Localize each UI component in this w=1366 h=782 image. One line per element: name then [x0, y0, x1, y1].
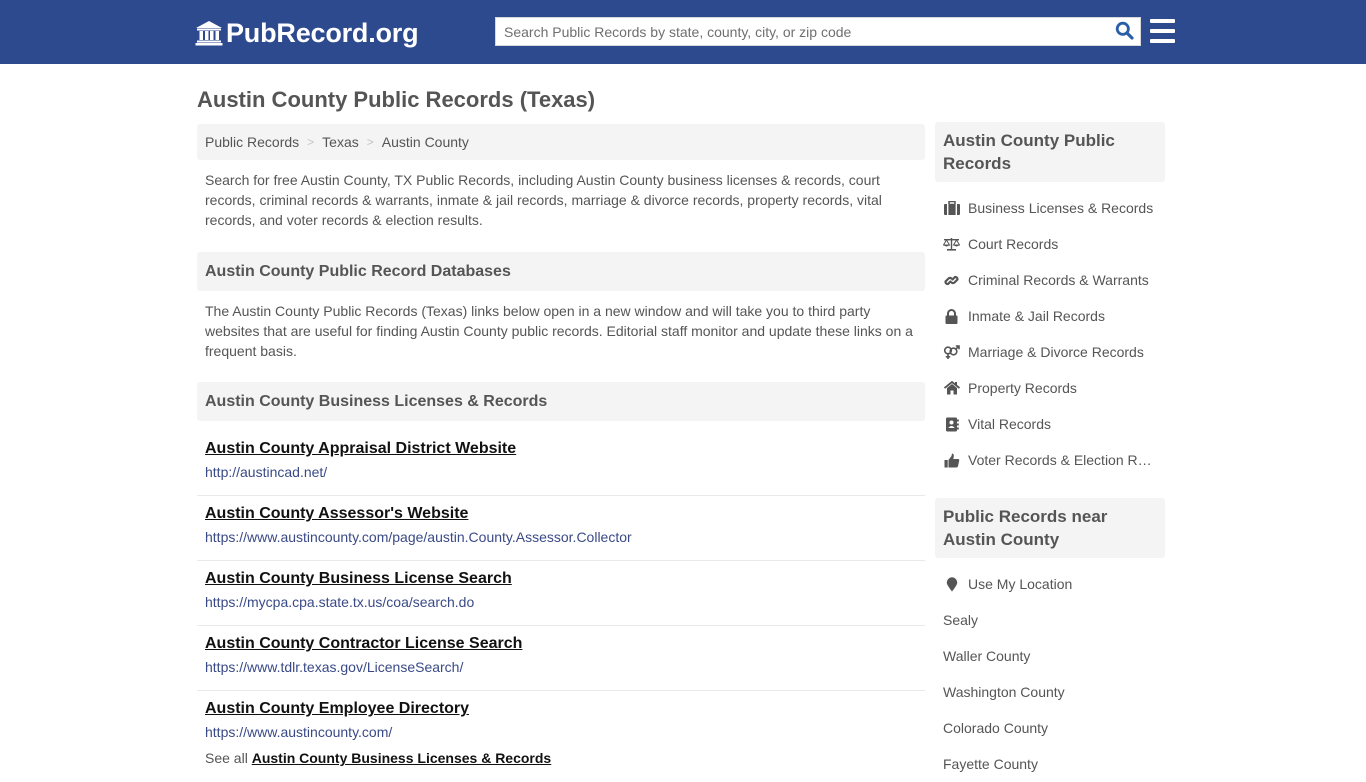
record-link-title[interactable]: Austin County Employee Directory — [205, 699, 469, 719]
databases-description: The Austin County Public Records (Texas)… — [205, 303, 913, 359]
nearby-item-sealy[interactable]: Sealy — [935, 602, 1165, 638]
record-link-title[interactable]: Austin County Contractor License Search — [205, 634, 522, 654]
brand-logo-link[interactable]: PubRecord.org — [195, 15, 419, 51]
sidebar-item-voter-records[interactable]: Voter Records & Election Results — [935, 442, 1165, 478]
breadcrumb-separator: > — [307, 135, 315, 149]
see-all-link[interactable]: Austin County Business Licenses & Record… — [252, 750, 552, 766]
home-icon — [943, 380, 960, 396]
sidebar-heading: Austin County Public Records — [935, 122, 1165, 182]
use-my-location-label: Use My Location — [968, 576, 1073, 592]
search-form — [495, 17, 1141, 46]
hamburger-menu-icon-bar — [1150, 19, 1175, 23]
breadcrumb-separator: > — [366, 135, 374, 149]
breadcrumb-texas[interactable]: Texas — [322, 134, 359, 150]
hamburger-menu-icon-bar — [1150, 29, 1175, 33]
record-link-title[interactable]: Austin County Assessor's Website — [205, 504, 468, 524]
sidebar-item-label: Vital Records — [968, 416, 1052, 432]
sidebar-item-label: Business Licenses & Records — [968, 200, 1154, 216]
record-link-title[interactable]: Austin County Appraisal District Website — [205, 439, 516, 459]
brand-name: PubRecord.org — [226, 17, 419, 48]
venus-mars-icon — [943, 344, 960, 360]
address-book-icon — [943, 416, 960, 432]
hamburger-menu-button[interactable] — [1150, 19, 1175, 43]
nearby-item-fayette-county[interactable]: Fayette County — [935, 746, 1165, 782]
sidebar-item-label: Property Records — [968, 380, 1077, 396]
see-all-row: See all Austin County Business Licenses … — [197, 750, 925, 766]
balance-scale-icon — [943, 236, 960, 252]
breadcrumb: Public Records > Texas > Austin County — [197, 124, 925, 160]
thumbs-up-icon — [943, 452, 960, 468]
bank-building-icon — [195, 20, 223, 46]
top-navbar: PubRecord.org — [0, 0, 1366, 64]
record-link-url[interactable]: https://www.austincounty.com/ — [205, 723, 917, 741]
nearby-item-colorado-county[interactable]: Colorado County — [935, 710, 1165, 746]
record-link-url[interactable]: https://mycpa.cpa.state.tx.us/coa/search… — [205, 593, 917, 611]
sidebar-item-label: Criminal Records & Warrants — [968, 272, 1149, 288]
use-my-location-link[interactable]: Use My Location — [935, 566, 1165, 602]
link-icon — [943, 272, 960, 288]
sidebar-item-vital-records[interactable]: Vital Records — [935, 406, 1165, 442]
intro-paragraph: Search for free Austin County, TX Public… — [205, 172, 882, 228]
sidebar-item-property-records[interactable]: Property Records — [935, 370, 1165, 406]
sidebar-item-label: Voter Records & Election Results — [968, 452, 1154, 468]
list-item: Austin County Contractor License Search … — [197, 626, 925, 691]
list-item: Austin County Business License Search ht… — [197, 561, 925, 626]
sidebar-item-business-licenses[interactable]: Business Licenses & Records — [935, 190, 1165, 226]
nearby-heading: Public Records near Austin County — [935, 498, 1165, 558]
list-item: Austin County Appraisal District Website… — [197, 431, 925, 496]
breadcrumb-austin-county[interactable]: Austin County — [382, 134, 469, 150]
search-icon — [1115, 21, 1134, 43]
business-section-heading: Austin County Business Licenses & Record… — [197, 382, 925, 421]
page-title: Austin County Public Records (Texas) — [197, 87, 596, 112]
sidebar-item-label: Inmate & Jail Records — [968, 308, 1105, 324]
sidebar-category-list: Business Licenses & Records Court Record… — [935, 190, 1165, 478]
search-button[interactable] — [1108, 18, 1140, 45]
briefcase-icon — [943, 200, 960, 216]
record-link-url[interactable]: http://austincad.net/ — [205, 463, 917, 481]
record-link-url[interactable]: https://www.austincounty.com/page/austin… — [205, 528, 917, 546]
sidebar-item-court-records[interactable]: Court Records — [935, 226, 1165, 262]
search-input[interactable] — [496, 18, 1108, 45]
sidebar-item-inmate-records[interactable]: Inmate & Jail Records — [935, 298, 1165, 334]
record-link-url[interactable]: https://www.tdlr.texas.gov/LicenseSearch… — [205, 658, 917, 676]
nearby-item-washington-county[interactable]: Washington County — [935, 674, 1165, 710]
hamburger-menu-icon-bar — [1150, 39, 1175, 43]
list-item: Austin County Assessor's Website https:/… — [197, 496, 925, 561]
record-link-title[interactable]: Austin County Business License Search — [205, 569, 512, 589]
nearby-list: Use My Location Sealy Waller County Wash… — [935, 566, 1165, 782]
map-marker-icon — [943, 576, 960, 592]
sidebar-item-criminal-records[interactable]: Criminal Records & Warrants — [935, 262, 1165, 298]
sidebar-item-label: Court Records — [968, 236, 1059, 252]
sidebar-item-label: Marriage & Divorce Records — [968, 344, 1144, 360]
sidebar-item-marriage-records[interactable]: Marriage & Divorce Records — [935, 334, 1165, 370]
sidebar: Austin County Public Records Business Li… — [935, 122, 1165, 782]
see-all-prefix: See all — [205, 750, 248, 766]
business-links-list: Austin County Appraisal District Website… — [197, 431, 925, 756]
breadcrumb-public-records[interactable]: Public Records — [205, 134, 299, 150]
nearby-item-waller-county[interactable]: Waller County — [935, 638, 1165, 674]
main-content: Public Records > Texas > Austin County S… — [197, 124, 925, 766]
list-item: Austin County Employee Directory https:/… — [197, 691, 925, 756]
lock-icon — [943, 308, 960, 324]
databases-heading: Austin County Public Record Databases — [197, 252, 925, 291]
